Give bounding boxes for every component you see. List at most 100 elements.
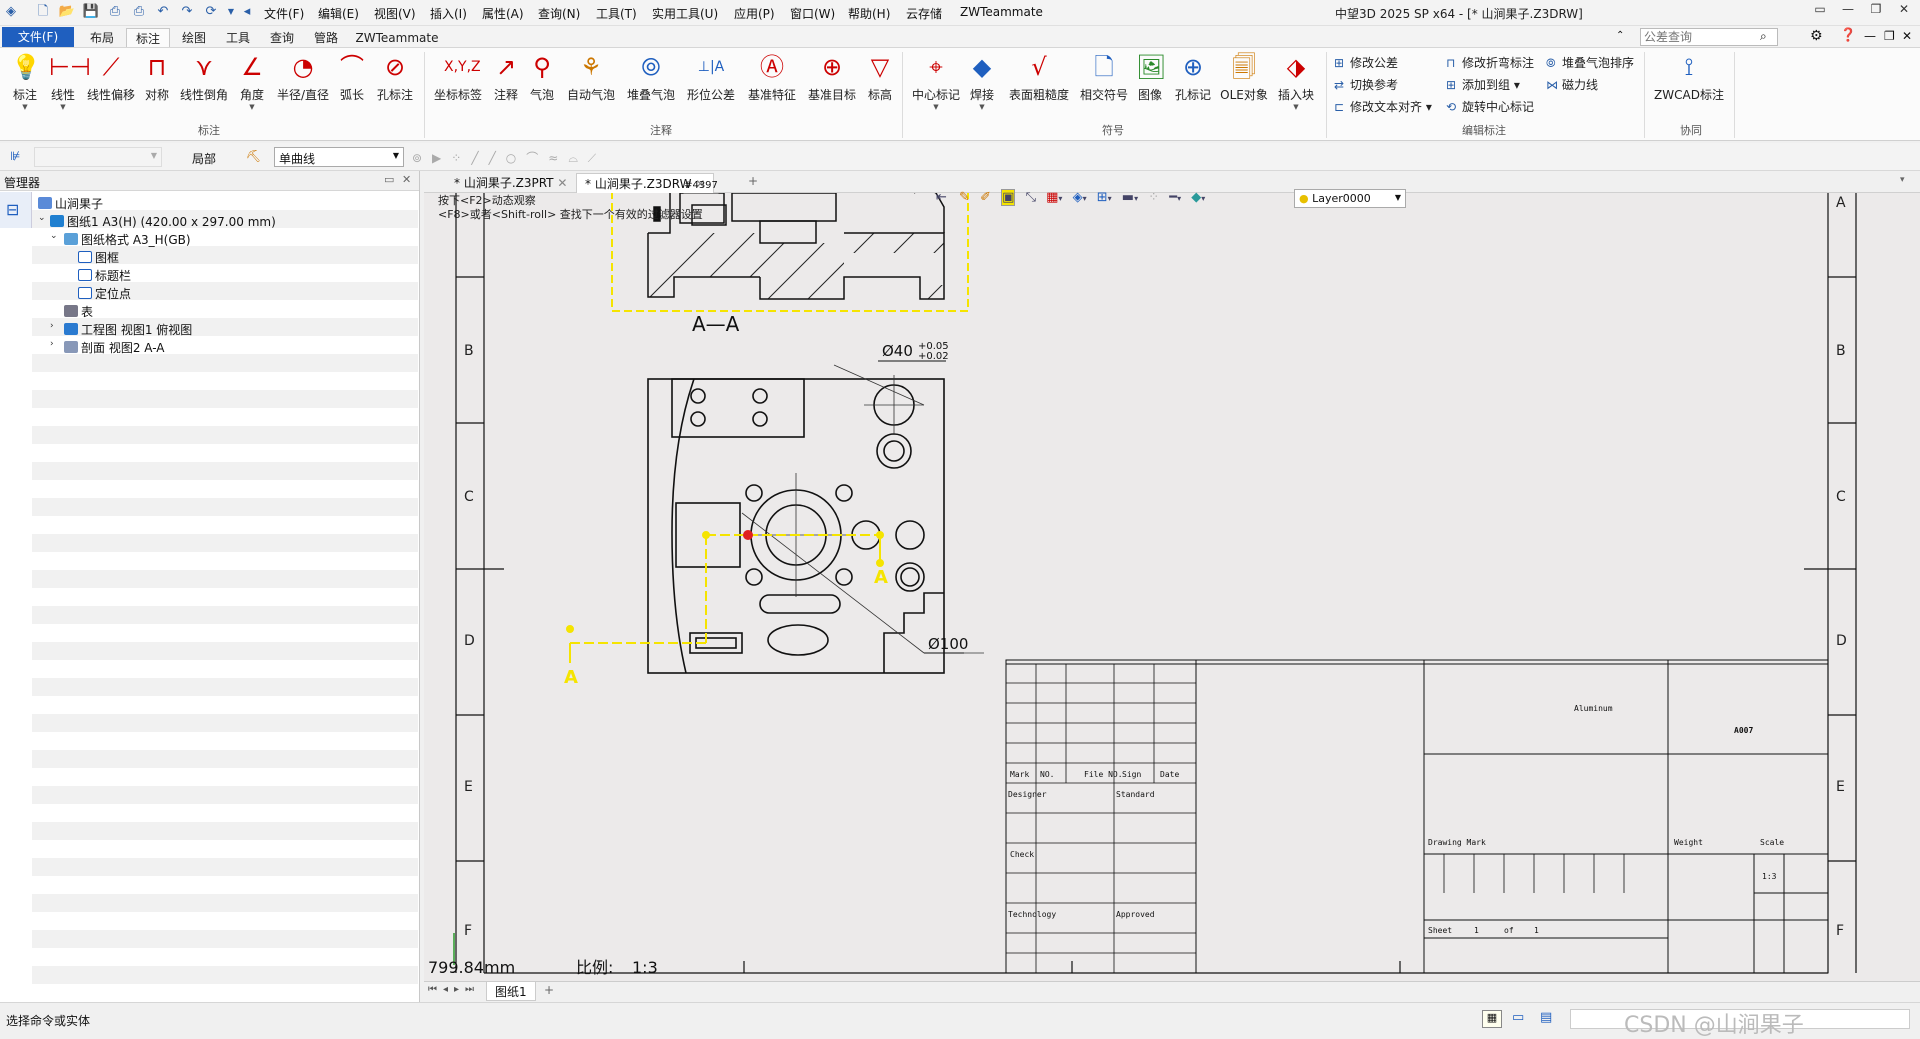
- magnetic-line-button[interactable]: ⋈ 磁力线: [1546, 76, 1598, 96]
- linestyle-icon[interactable]: ⁘: [1148, 190, 1159, 205]
- snap-tools-icons[interactable]: ⊚▶⁘╱╱○⌒≈⌓⟋: [412, 149, 606, 166]
- restore-icon[interactable]: —: [1864, 29, 1876, 43]
- menu-help[interactable]: 帮助(H): [848, 5, 890, 22]
- pick-icon[interactable]: ⛏: [246, 149, 261, 163]
- datum-target-button[interactable]: ⊕ 基准目标: [804, 52, 860, 118]
- surface-roughness-button[interactable]: √ 表面粗糙度: [1006, 52, 1072, 118]
- insert-block-button[interactable]: ⬗ 插入块 ▼: [1274, 52, 1318, 118]
- tab-layout[interactable]: 布局: [82, 28, 122, 48]
- stack-balloon-sort-button[interactable]: ⦾ 堆叠气泡排序: [1546, 54, 1634, 74]
- tree-node-sheet[interactable]: 图纸1 A3(H) (420.00 x 297.00 mm): [50, 213, 276, 231]
- arrow-left-icon[interactable]: ◂: [238, 3, 256, 21]
- tree-node-frame[interactable]: 图框: [78, 249, 119, 267]
- zwcad-dimension-button[interactable]: ⟟ ZWCAD标注: [1654, 52, 1724, 118]
- print-preview-icon[interactable]: ⎙: [130, 3, 148, 21]
- collapse-icon[interactable]: ⌄: [38, 213, 46, 223]
- tab-query[interactable]: 查询: [262, 28, 302, 48]
- modify-bend-dimension-button[interactable]: ⊓ 修改折弯标注: [1446, 54, 1534, 74]
- linear-button[interactable]: ⊢⊣ 线性 ▼: [46, 52, 91, 118]
- back-icon[interactable]: ⇤: [936, 190, 947, 205]
- manager-side-tab[interactable]: ⊟: [0, 192, 32, 228]
- tolerance-search-input[interactable]: [1640, 28, 1778, 46]
- weld-button[interactable]: ◆ 焊接 ▼: [966, 52, 998, 118]
- rotate-center-mark-button[interactable]: ⟲ 旋转中心标记: [1446, 98, 1534, 118]
- menu-file[interactable]: 文件(F): [264, 5, 304, 22]
- dim-hole-diameter[interactable]: Ø40: [882, 342, 913, 360]
- regen-icon[interactable]: ⟳: [202, 3, 220, 21]
- menu-edit[interactable]: 编辑(E): [318, 5, 359, 22]
- elevation-button[interactable]: ▽ 标高: [864, 52, 896, 118]
- align-icon[interactable]: ⊞: [1097, 190, 1108, 205]
- chevron-up-icon[interactable]: ⌃: [1616, 30, 1624, 41]
- filter-dropdown[interactable]: ▼: [34, 147, 162, 167]
- menu-window[interactable]: 窗口(W): [790, 5, 835, 22]
- menu-tools[interactable]: 工具(T): [596, 5, 637, 22]
- tab-draw[interactable]: 绘图: [174, 28, 214, 48]
- menu-view[interactable]: 视图(V): [374, 5, 416, 22]
- tab-annotate[interactable]: 标注: [126, 28, 170, 48]
- menu-apps[interactable]: 应用(P): [734, 5, 775, 22]
- expand-icon[interactable]: ›: [50, 339, 54, 349]
- tree-node-titleblock[interactable]: 标题栏: [78, 267, 131, 285]
- tab-list-icon[interactable]: ▾: [1900, 175, 1905, 185]
- close-icon[interactable]: ✕: [1892, 2, 1916, 22]
- layer-select[interactable]: ● Layer0000 ▼: [1294, 189, 1406, 208]
- scope-label[interactable]: 局部: [192, 150, 216, 167]
- style-icon[interactable]: ◈: [1073, 190, 1083, 205]
- linear-chamfer-button[interactable]: ⋎ 线性倒角: [178, 52, 230, 118]
- ole-object-button[interactable]: 🗐 OLE对象: [1220, 52, 1268, 118]
- linear-offset-button[interactable]: ⟋ 线性偏移: [86, 52, 136, 118]
- arc-length-button[interactable]: ⌒ 弧长: [336, 52, 368, 118]
- menu-teammate[interactable]: ZWTeammate: [960, 5, 1043, 19]
- save-icon[interactable]: 💾: [82, 3, 100, 21]
- tree-node-view1[interactable]: 工程图 视图1 俯视图: [64, 321, 192, 339]
- close-panel-icon[interactable]: ✕: [402, 173, 411, 186]
- coord-label-button[interactable]: X,Y,Z 坐标标签: [432, 52, 484, 118]
- tab-tools[interactable]: 工具: [218, 28, 258, 48]
- layer-icon[interactable]: ◆: [1191, 190, 1201, 205]
- line-type-select[interactable]: 单曲线 ▼: [274, 147, 404, 167]
- color-icon[interactable]: ▬: [1122, 190, 1134, 205]
- expand-icon[interactable]: ›: [50, 321, 54, 331]
- window-icon[interactable]: ▤: [1540, 1010, 1552, 1025]
- redo-icon[interactable]: ↷: [178, 3, 196, 21]
- pin-icon[interactable]: ▭: [384, 173, 394, 186]
- tree-node-table[interactable]: 表: [64, 303, 93, 321]
- tree-node-section[interactable]: 剖面 视图2 A-A: [64, 339, 165, 357]
- display-icon[interactable]: ▭: [1512, 1010, 1524, 1025]
- layout-mode-icon[interactable]: ▦: [1482, 1010, 1502, 1028]
- stack-balloon-button[interactable]: ⦾ 堆叠气泡: [624, 52, 678, 118]
- image-button[interactable]: 🖼 图像: [1134, 52, 1166, 118]
- tab-teammate[interactable]: ZWTeammate: [352, 28, 442, 48]
- modify-tolerance-button[interactable]: ⊞ 修改公差: [1334, 54, 1398, 74]
- auto-balloon-button[interactable]: ⚘ 自动气泡: [564, 52, 618, 118]
- menu-attribute[interactable]: 属性(A): [482, 5, 524, 22]
- brush-icon[interactable]: ✎: [959, 190, 970, 205]
- menu-cloud[interactable]: 云存储: [906, 5, 942, 22]
- pointer-icon[interactable]: ⤡: [1026, 190, 1036, 205]
- hole-mark-button[interactable]: ⊕ 孔标记: [1172, 52, 1214, 118]
- print-icon[interactable]: ⎙: [106, 3, 124, 21]
- search-icon[interactable]: ⌕: [1760, 29, 1767, 44]
- intersect-symbol-button[interactable]: 🗋 相交符号: [1078, 52, 1130, 118]
- hole-dimension-button[interactable]: ⊘ 孔标注: [374, 52, 416, 118]
- angle-button[interactable]: ∠ 角度 ▼: [236, 52, 268, 118]
- tree-node-root[interactable]: 山涧果子: [38, 195, 103, 213]
- close-tab-icon[interactable]: ✕: [557, 176, 567, 190]
- lineweight-icon[interactable]: ━: [1169, 190, 1177, 205]
- menu-insert[interactable]: 插入(I): [430, 5, 467, 22]
- symmetric-button[interactable]: ⊓ 对称: [142, 52, 172, 118]
- select-filter-icon[interactable]: ▣: [1001, 189, 1016, 206]
- tree-node-anchor[interactable]: 定位点: [78, 285, 131, 303]
- paint-icon[interactable]: ✐: [980, 190, 991, 205]
- undo-icon[interactable]: ↶: [154, 3, 172, 21]
- title-block[interactable]: [1005, 659, 1829, 974]
- note-button[interactable]: ↗ 注释: [490, 52, 522, 118]
- gdt-button[interactable]: ⊥|A 形位公差: [684, 52, 738, 118]
- switch-reference-button[interactable]: ⇄ 切换参考: [1334, 76, 1398, 96]
- dimension-button[interactable]: 💡 标注 ▼: [8, 52, 42, 118]
- app-logo-icon[interactable]: ◈: [2, 3, 20, 21]
- dim-big-diameter[interactable]: Ø100: [928, 635, 968, 653]
- add-to-group-button[interactable]: ⊞ 添加到组 ▾: [1446, 76, 1520, 96]
- datum-feature-button[interactable]: Ⓐ 基准特征: [744, 52, 800, 118]
